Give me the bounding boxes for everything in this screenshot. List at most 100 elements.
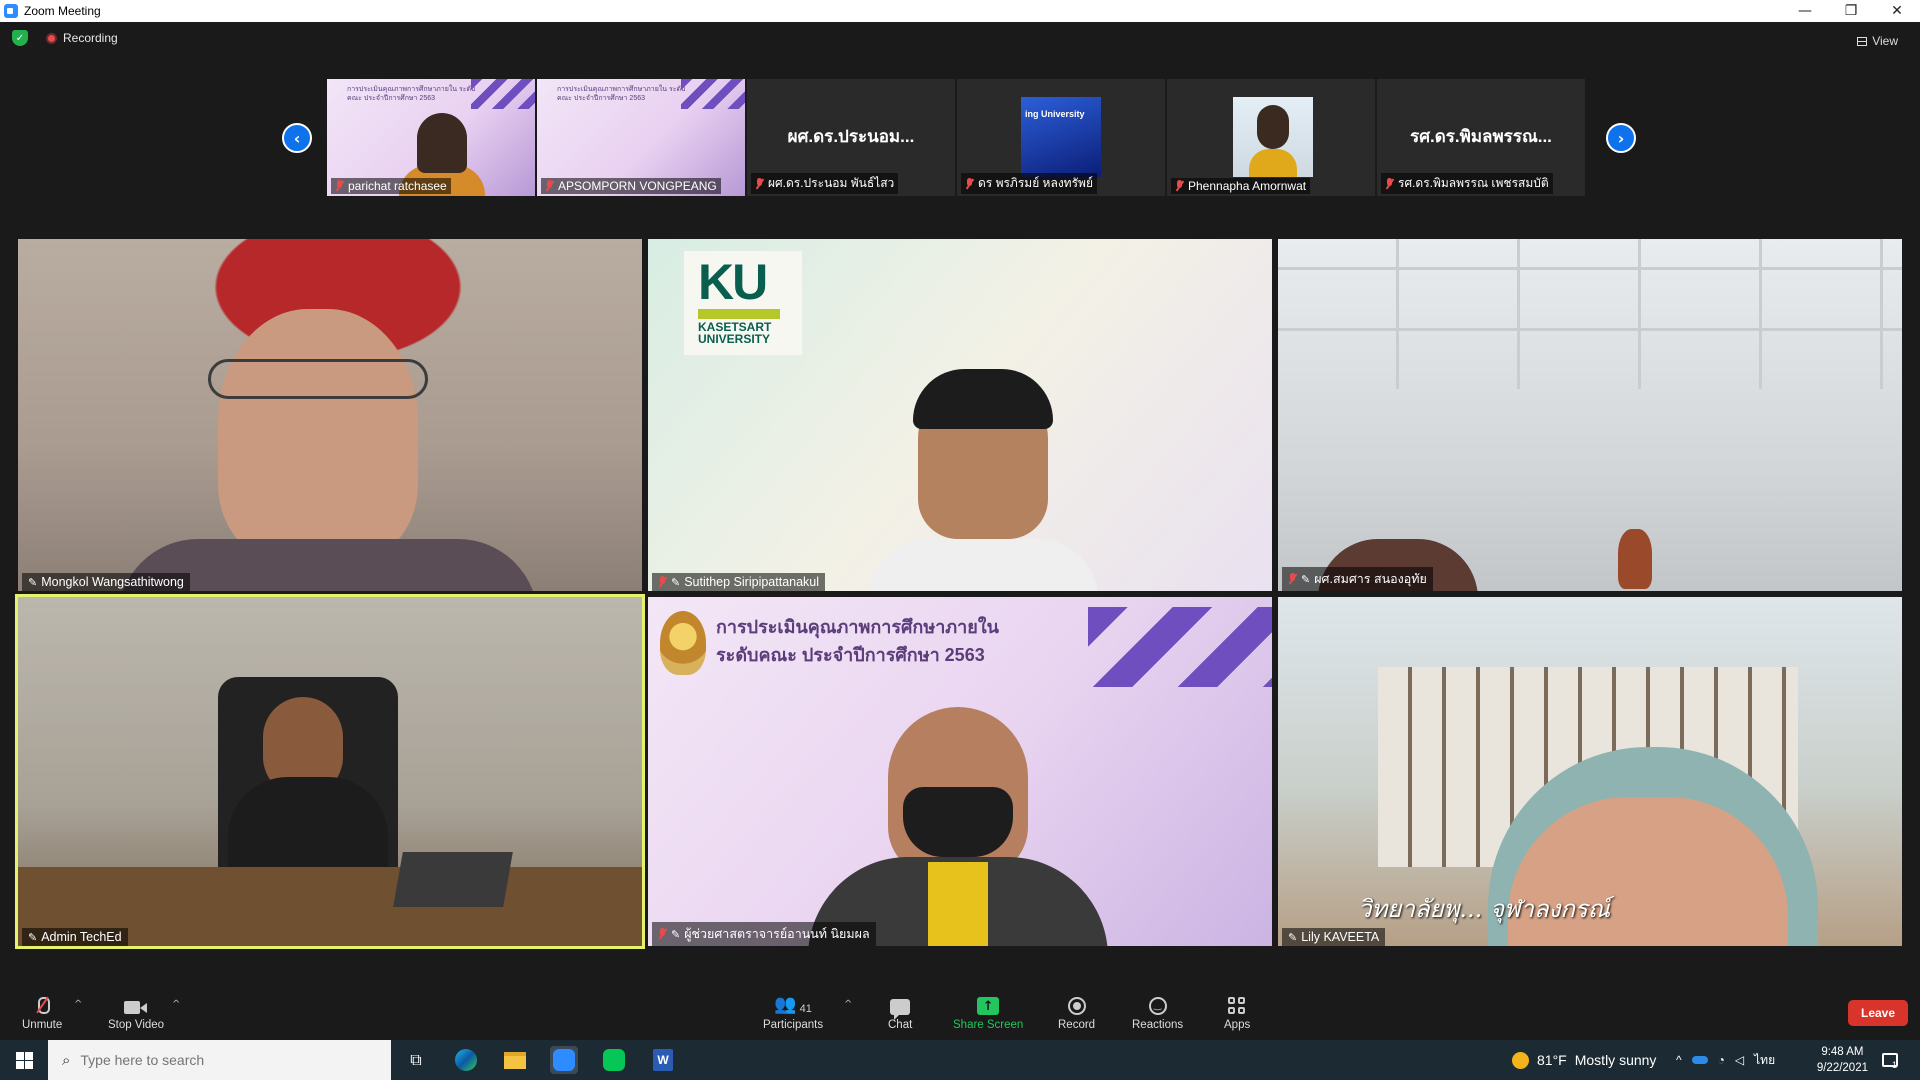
kasetsart-logo: KU KASETSART UNIVERSITY xyxy=(684,251,802,355)
audio-options-caret-icon[interactable]: ^ xyxy=(74,999,82,1010)
file-explorer-icon[interactable] xyxy=(501,1046,529,1074)
video-tile[interactable]: วิทยาลัยพุ... จุฬาลงกรณ์ ✎ Lily KAVEETA xyxy=(1278,597,1902,946)
view-label: View xyxy=(1872,34,1898,48)
thumbnail-video[interactable]: การประเมินคุณภาพการศึกษาภายใน ระดับคณะ ป… xyxy=(537,79,745,196)
participant-name: Admin TechEd xyxy=(41,930,122,944)
participant-name: ผศ.สมศาร สนองอุทัย xyxy=(1314,572,1427,586)
view-button[interactable]: View xyxy=(1857,34,1898,48)
task-view-icon[interactable]: ⧉ xyxy=(402,1046,430,1074)
taskbar-search-input[interactable] xyxy=(80,1052,361,1068)
clock-time: 9:48 AM xyxy=(1821,1046,1864,1058)
laptop xyxy=(393,852,513,907)
logo-bar xyxy=(698,309,780,319)
participants-button[interactable]: 👥 41 Participants xyxy=(763,993,823,1031)
mic-muted-icon xyxy=(658,928,667,940)
thumbnail-name-label: parichat ratchasee xyxy=(331,178,451,194)
previous-page-button[interactable]: ‹ xyxy=(282,123,312,153)
microphone-muted-icon xyxy=(36,997,51,1015)
participant-shirt xyxy=(928,862,988,946)
mic-muted-icon xyxy=(335,180,344,192)
meeting-info-bar: ✓ Recording xyxy=(12,30,118,46)
thumbnail-name-label: ดร พรภิรมย์ หลงทรัพย์ xyxy=(961,173,1097,194)
mic-muted-icon xyxy=(1175,180,1184,192)
zoom-app-icon xyxy=(4,4,18,18)
input-language-indicator[interactable]: ไทย xyxy=(1754,1051,1775,1070)
weather-widget[interactable]: 81°F Mostly sunny xyxy=(1512,1040,1656,1080)
mic-muted-icon xyxy=(755,177,764,190)
participant-name: Sutithep Siripipattanakul xyxy=(684,575,820,589)
reactions-button[interactable]: ‿ Reactions xyxy=(1132,993,1183,1031)
thumbnail-video[interactable]: ing University ดร พรภิรมย์ หลงทรัพย์ xyxy=(957,79,1165,196)
participant-name: Lily KAVEETA xyxy=(1301,930,1380,944)
share-screen-button[interactable]: ↑ Share Screen xyxy=(953,993,1023,1031)
participants-label: Participants xyxy=(763,1019,824,1031)
weather-temperature: 81°F xyxy=(1537,1052,1567,1068)
taskbar-clock[interactable]: 9:48 AM 9/22/2021 xyxy=(1817,1044,1868,1076)
zoom-taskbar-icon[interactable] xyxy=(550,1046,578,1074)
stop-video-label: Stop Video xyxy=(108,1019,165,1031)
face-mask xyxy=(903,787,1013,857)
thumbnail-video[interactable]: การประเมินคุณภาพการศึกษาภายใน ระดับคณะ ป… xyxy=(327,79,535,196)
slide-title: การประเมินคุณภาพการศึกษาภายใน ระดับคณะ ป… xyxy=(557,86,686,102)
thumbnail-video[interactable]: Phennapha Amornwat xyxy=(1167,79,1375,196)
pin-icon: ✎ xyxy=(671,575,681,589)
video-tile[interactable]: ✎ Mongkol Wangsathitwong xyxy=(18,239,642,591)
participant-big-name: ผศ.ดร.ประนอม... xyxy=(787,127,915,146)
security-shield-icon[interactable]: ✓ xyxy=(12,30,28,46)
participant-head xyxy=(417,113,467,173)
clock-date: 9/22/2021 xyxy=(1816,1062,1868,1074)
record-label: Record xyxy=(1058,1019,1096,1031)
participants-options-caret-icon[interactable]: ^ xyxy=(844,999,852,1010)
search-icon: ⌕ xyxy=(62,1051,71,1069)
stop-video-button[interactable]: Stop Video xyxy=(108,993,164,1031)
minimize-button[interactable]: — xyxy=(1782,0,1828,22)
thumbnail-name-label: ผศ.ดร.ประนอม พันธ์ไสว xyxy=(751,173,899,194)
restore-button[interactable]: ❐ xyxy=(1828,0,1874,22)
thumbnail-video[interactable]: รศ.ดร.พิมลพรรณ... รศ.ดร.พิมลพรรณ เพชรสมบ… xyxy=(1377,79,1585,196)
chat-button[interactable]: Chat xyxy=(888,993,912,1031)
apps-icon xyxy=(1228,997,1246,1015)
tile-name-label: ✎ ผศ.สมศาร สนองอุทัย xyxy=(1282,567,1433,591)
pin-icon: ✎ xyxy=(28,930,38,944)
mic-muted-icon xyxy=(658,576,667,588)
record-icon xyxy=(1067,997,1086,1015)
unmute-label: Unmute xyxy=(22,1019,63,1031)
share-screen-icon: ↑ xyxy=(977,997,1000,1015)
unmute-button[interactable]: Unmute xyxy=(22,993,62,1031)
reactions-label: Reactions xyxy=(1132,1019,1184,1031)
taskbar-search-box[interactable]: ⌕ xyxy=(48,1040,391,1080)
tile-name-label: ✎ Sutithep Siripipattanakul xyxy=(652,573,826,591)
video-camera-icon xyxy=(124,1000,148,1015)
word-app-icon[interactable]: W xyxy=(649,1046,677,1074)
line-app-icon[interactable] xyxy=(600,1046,628,1074)
edge-browser-icon[interactable] xyxy=(452,1046,480,1074)
recording-indicator[interactable]: Recording xyxy=(46,31,118,45)
record-button[interactable]: Record xyxy=(1058,993,1095,1031)
volume-speaker-icon[interactable]: ◁ xyxy=(1735,1053,1744,1067)
participant-head xyxy=(218,309,418,559)
network-wifi-icon[interactable]: ◔ xyxy=(1718,1053,1725,1067)
onedrive-cloud-icon[interactable] xyxy=(1691,1056,1708,1064)
close-button[interactable]: ✕ xyxy=(1874,0,1920,22)
tray-chevron-up-icon[interactable]: ^ xyxy=(1676,1053,1682,1067)
thumbnail-name-label: Phennapha Amornwat xyxy=(1171,178,1311,194)
video-tile[interactable]: KU KASETSART UNIVERSITY ✎ Sutithep Sirip… xyxy=(648,239,1272,591)
video-tile[interactable]: การประเมินคุณภาพการศึกษาภายใน ระดับคณะ ป… xyxy=(648,597,1272,946)
video-tile[interactable]: ✎ ผศ.สมศาร สนองอุทัย xyxy=(1278,239,1902,591)
windows-start-icon[interactable] xyxy=(16,1052,33,1069)
notification-center-icon[interactable]: 1 xyxy=(1882,1040,1898,1080)
participant-thumbnail-strip: การประเมินคุณภาพการศึกษาภายใน ระดับคณะ ป… xyxy=(327,79,1585,196)
slide-title: การประเมินคุณภาพการศึกษาภายใน ระดับคณะ ป… xyxy=(347,86,476,102)
chevron-left-icon: ‹ xyxy=(293,128,301,148)
leave-button[interactable]: Leave xyxy=(1848,1000,1908,1026)
apps-button[interactable]: Apps xyxy=(1224,993,1250,1031)
video-tile-active-speaker[interactable]: ✎ Admin TechEd xyxy=(15,594,645,949)
participant-hair xyxy=(913,369,1053,429)
vase xyxy=(1618,529,1652,589)
pin-icon: ✎ xyxy=(1301,572,1311,586)
background-banner-text: วิทยาลัยพุ... จุฬาลงกรณ์ xyxy=(1358,895,1610,923)
video-options-caret-icon[interactable]: ^ xyxy=(172,999,180,1010)
thumbnail-video[interactable]: ผศ.ดร.ประนอม... ผศ.ดร.ประนอม พันธ์ไสว xyxy=(747,79,955,196)
next-page-button[interactable]: › xyxy=(1606,123,1636,153)
participant-name: parichat ratchasee xyxy=(348,179,447,193)
